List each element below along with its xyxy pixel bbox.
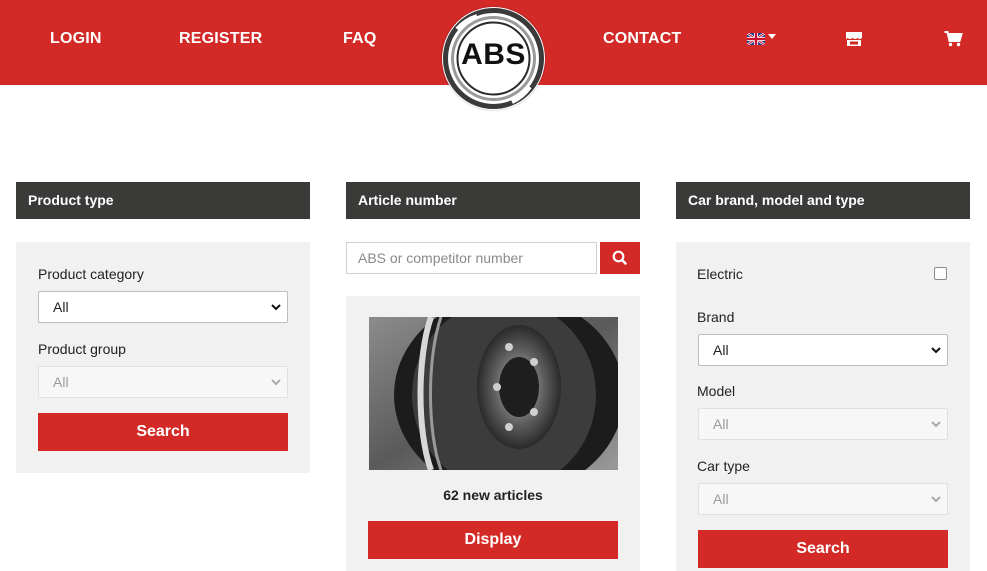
product-group-label: Product group [38, 341, 126, 357]
new-articles-count: 62 new articles [443, 487, 543, 503]
product-type-panel: Product category All Product group All S… [16, 242, 310, 473]
car-search-panel: Electric Brand All Model All Car type Al… [676, 242, 970, 571]
chevron-down-icon [931, 496, 941, 503]
product-type-heading: Product type [16, 182, 310, 219]
product-group-value: All [53, 374, 69, 390]
login-link[interactable]: LOGIN [50, 30, 102, 48]
product-category-select[interactable]: All [38, 291, 288, 323]
language-dropdown-caret-icon[interactable] [768, 34, 776, 39]
display-button[interactable]: Display [368, 521, 618, 559]
chevron-down-icon [931, 421, 941, 428]
chevron-down-icon [931, 347, 941, 354]
car-type-label: Car type [697, 458, 750, 474]
cart-icon[interactable] [944, 31, 963, 47]
store-icon[interactable] [845, 31, 863, 47]
register-link[interactable]: REGISTER [179, 30, 262, 48]
article-number-input[interactable]: ABS or competitor number [346, 242, 597, 274]
brand-value: All [713, 342, 729, 358]
product-type-search-button[interactable]: Search [38, 413, 288, 451]
brand-select[interactable]: All [698, 334, 948, 366]
abs-logo[interactable]: ABS [442, 7, 545, 110]
car-search-button[interactable]: Search [698, 530, 948, 568]
product-category-label: Product category [38, 266, 144, 282]
model-select[interactable]: All [698, 408, 948, 440]
article-search-button[interactable] [600, 242, 640, 274]
product-category-value: All [53, 299, 69, 315]
faq-link[interactable]: FAQ [343, 30, 377, 48]
model-label: Model [697, 383, 736, 399]
product-group-select[interactable]: All [38, 366, 288, 398]
chevron-down-icon [271, 304, 281, 311]
uk-flag-icon[interactable] [747, 33, 765, 45]
electric-checkbox[interactable] [934, 267, 947, 280]
model-value: All [713, 416, 729, 432]
contact-link[interactable]: CONTACT [603, 30, 681, 48]
car-type-value: All [713, 491, 729, 507]
page: LOGIN REGISTER FAQ CONTACT ABS Product t… [0, 0, 987, 571]
electric-label: Electric [697, 266, 743, 282]
car-brand-heading: Car brand, model and type [676, 182, 970, 219]
chevron-down-icon [271, 379, 281, 386]
search-icon [612, 250, 627, 265]
brake-disc-image [369, 317, 618, 470]
brand-label: Brand [697, 309, 735, 325]
brake-disc-icon [369, 317, 618, 470]
logo-text: ABS [461, 38, 526, 71]
article-number-heading: Article number [346, 182, 640, 219]
car-type-select[interactable]: All [698, 483, 948, 515]
